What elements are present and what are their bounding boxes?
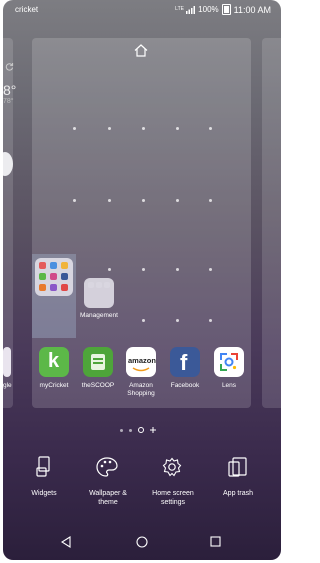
facebook-icon[interactable]: f bbox=[170, 347, 200, 377]
folder-app-icon bbox=[88, 282, 94, 288]
folder-app-icon bbox=[61, 284, 68, 291]
widgets-icon[interactable] bbox=[36, 456, 52, 478]
grid-dot bbox=[209, 268, 212, 271]
clock: 11:00 AM bbox=[233, 4, 271, 15]
default-home-icon[interactable] bbox=[134, 44, 148, 57]
page-dot[interactable] bbox=[129, 428, 132, 432]
grid-dot bbox=[209, 319, 212, 322]
grid-dot bbox=[142, 199, 145, 202]
status-bar: cricket LTE 100% 11:00 AM bbox=[3, 0, 281, 20]
device-screen: cricket LTE 100% 11:00 AM 8° 78° Managem… bbox=[3, 0, 281, 560]
folder-app-icon bbox=[50, 262, 57, 269]
widgets-label[interactable]: Widgets bbox=[19, 489, 69, 498]
palette-icon[interactable] bbox=[96, 457, 118, 477]
grid-dot bbox=[108, 268, 111, 271]
battery-icon bbox=[221, 4, 231, 15]
thescoop-label: theSCOOP bbox=[81, 382, 115, 389]
page-indicator[interactable] bbox=[120, 427, 156, 433]
mycricket-label: myCricket bbox=[39, 382, 69, 389]
app-trash-icon[interactable] bbox=[228, 456, 248, 478]
add-page-icon[interactable] bbox=[150, 427, 156, 433]
weather-range-partial: 78° bbox=[3, 98, 14, 105]
dragged-folder[interactable] bbox=[35, 258, 73, 296]
grid-dot bbox=[142, 319, 145, 322]
carrier-label: cricket bbox=[15, 5, 39, 14]
facebook-logo-text: f bbox=[180, 350, 188, 375]
management-folder[interactable] bbox=[84, 278, 114, 308]
facebook-label: Facebook bbox=[170, 382, 200, 389]
lens-glyph-icon bbox=[220, 353, 238, 371]
folder-app-icon bbox=[39, 262, 46, 269]
grid-dot bbox=[209, 199, 212, 202]
next-home-page[interactable] bbox=[262, 38, 281, 408]
gear-icon[interactable] bbox=[162, 457, 182, 477]
home-icon[interactable] bbox=[136, 536, 148, 548]
folder-app-icon bbox=[39, 273, 46, 280]
battery-percent: 100% bbox=[198, 5, 219, 14]
management-folder-label: Management bbox=[80, 312, 118, 319]
lens-icon[interactable] bbox=[214, 347, 244, 377]
folder-app-icon bbox=[39, 284, 46, 291]
grid-dot bbox=[209, 127, 212, 130]
grid-dot bbox=[142, 268, 145, 271]
folder-app-icon bbox=[50, 273, 57, 280]
app-trash-label[interactable]: App trash bbox=[213, 489, 263, 498]
grid-dot bbox=[73, 127, 76, 130]
mycricket-icon[interactable]: k bbox=[39, 347, 69, 377]
folder-app-icon bbox=[61, 273, 68, 280]
grid-dot bbox=[176, 268, 179, 271]
status-icons: LTE 100% 11:00 AM bbox=[175, 4, 271, 15]
grid-dot bbox=[176, 199, 179, 202]
partial-app-label: gle bbox=[3, 382, 12, 389]
grid-dot bbox=[176, 319, 179, 322]
refresh-icon bbox=[5, 63, 14, 71]
grid-dot bbox=[176, 127, 179, 130]
amazon-logo-text: amazon bbox=[128, 356, 156, 365]
grid-dot bbox=[142, 127, 145, 130]
page-dot-current[interactable] bbox=[138, 427, 144, 433]
amazon-smile-icon bbox=[132, 367, 150, 372]
page-dot[interactable] bbox=[120, 428, 123, 432]
wallpaper-theme-label[interactable]: Wallpaper & theme bbox=[81, 489, 135, 507]
folder-app-icon bbox=[61, 262, 68, 269]
amazon-label: Amazon Shopping bbox=[127, 382, 155, 397]
weather-temp-partial: 8° bbox=[3, 82, 17, 98]
folder-app-icon bbox=[104, 282, 110, 288]
lte-icon: LTE bbox=[175, 6, 184, 12]
grid-dot bbox=[73, 199, 76, 202]
recents-icon[interactable] bbox=[210, 536, 221, 547]
amazon-icon[interactable]: amazon bbox=[126, 347, 156, 377]
lens-label: Lens bbox=[221, 382, 237, 389]
grid-dot bbox=[108, 199, 111, 202]
signal-icon bbox=[186, 5, 196, 14]
grid-dot bbox=[108, 127, 111, 130]
folder-app-icon bbox=[96, 282, 102, 288]
partial-app-icon[interactable] bbox=[3, 347, 11, 377]
home-screen-settings-label[interactable]: Home screen settings bbox=[143, 489, 203, 507]
thescoop-icon[interactable] bbox=[83, 347, 113, 377]
back-icon[interactable] bbox=[61, 536, 71, 548]
folder-app-icon bbox=[50, 284, 57, 291]
